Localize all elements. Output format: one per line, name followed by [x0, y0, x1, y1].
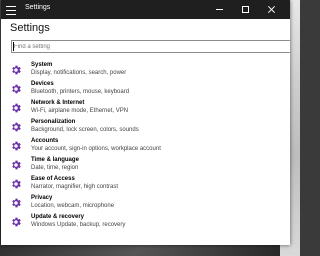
category-subtitle: Display, notifications, search, power [31, 70, 127, 76]
minimize-button[interactable] [209, 0, 231, 19]
gear-icon [12, 198, 21, 208]
gear-icon [12, 217, 21, 227]
category-subtitle: Windows Update, backup, recovery [31, 222, 126, 228]
category-subtitle: Date, time, region [31, 165, 79, 171]
category-ease-of-access[interactable]: Ease of Access Narrator, magnifier, high… [10, 176, 280, 191]
gear-icon [12, 179, 21, 189]
category-title: Network & Internet [31, 100, 85, 106]
category-title: Update & recovery [31, 214, 85, 220]
category-title: Devices [31, 81, 54, 87]
gear-icon [12, 84, 21, 94]
maximize-button[interactable] [235, 0, 257, 19]
gear-icon [12, 160, 21, 170]
category-title: Privacy [31, 195, 53, 201]
category-update-recovery[interactable]: Update & recovery Windows Update, backup… [10, 214, 280, 229]
settings-window: Settings Settings System Display, notifi… [1, 0, 290, 245]
category-subtitle: Bluetooth, printers, mouse, keyboard [31, 89, 130, 95]
category-subtitle: Background, lock screen, colors, sounds [31, 127, 139, 133]
category-title: Personalization [31, 119, 76, 125]
category-privacy[interactable]: Privacy Location, webcam, microphone [10, 195, 280, 210]
search-box[interactable] [11, 40, 290, 53]
gear-icon [12, 141, 21, 151]
category-subtitle: Location, webcam, microphone [31, 203, 115, 209]
category-subtitle: Narrator, magnifier, high contrast [31, 184, 119, 190]
title-bar: Settings [1, 0, 290, 19]
category-subtitle: Your account, sign-in options, workplace… [31, 146, 161, 152]
category-subtitle: Wi-Fi, airplane mode, Ethernet, VPN [31, 108, 129, 114]
gear-icon [12, 122, 21, 132]
hamburger-menu-icon[interactable] [5, 3, 17, 15]
category-devices[interactable]: Devices Bluetooth, printers, mouse, keyb… [10, 81, 280, 96]
category-title: Ease of Access [31, 176, 75, 182]
close-button[interactable] [261, 0, 283, 19]
gear-icon [12, 65, 21, 75]
category-network-internet[interactable]: Network & Internet Wi-Fi, airplane mode,… [10, 100, 280, 115]
category-personalization[interactable]: Personalization Background, lock screen,… [10, 119, 280, 134]
category-accounts[interactable]: Accounts Your account, sign-in options, … [10, 138, 280, 153]
category-system[interactable]: System Display, notifications, search, p… [10, 62, 280, 77]
page-title: Settings [10, 22, 50, 34]
gear-icon [12, 103, 21, 113]
category-title: Time & language [31, 157, 79, 163]
category-time-language[interactable]: Time & language Date, time, region [10, 157, 280, 172]
category-title: Accounts [31, 138, 59, 144]
window-title: Settings [25, 4, 51, 11]
search-input[interactable] [14, 41, 274, 52]
category-title: System [31, 62, 53, 68]
